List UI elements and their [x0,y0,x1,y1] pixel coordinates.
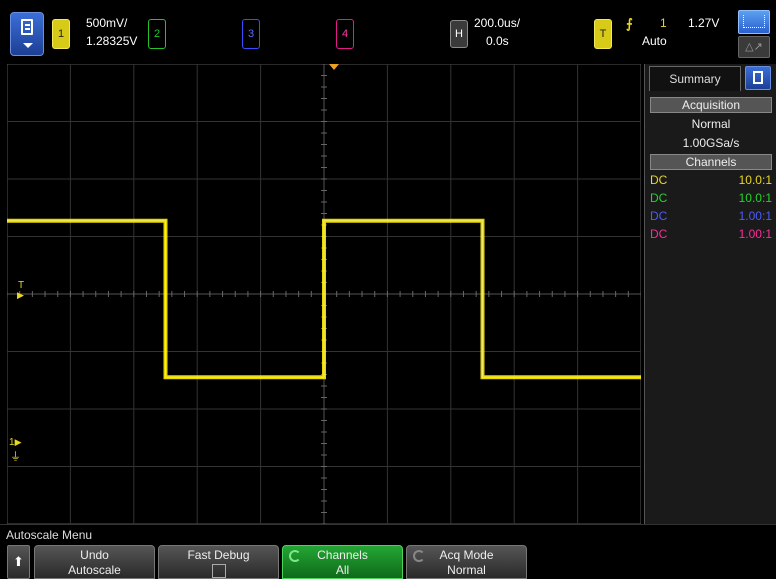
channel-2-button[interactable]: 2 [148,19,166,49]
channel-1-button[interactable]: 1 [52,19,70,49]
acquisition-header: Acquisition [650,97,772,113]
acq-mode-softkey[interactable]: Acq Mode Normal [406,545,527,579]
channels-softkey[interactable]: Channels All [282,545,403,579]
channel-row: DC 1.00:1 [650,227,772,243]
document-icon [753,71,763,84]
channel-1-scale: 500mV/ [86,16,128,30]
channel-row: DC 1.00:1 [650,209,772,225]
rising-edge-icon: ⨍ [626,16,633,31]
touch-zone-button[interactable] [738,10,770,34]
acquisition-mode: Normal [691,117,731,131]
chevron-down-icon [23,43,33,48]
trigger-button[interactable]: T [594,19,612,49]
status-bar: 1 500mV/ 1.28325V 2 3 4 H 200.0us/ 0.0s … [0,0,776,64]
horizontal-button[interactable]: H [450,20,468,48]
document-icon [21,19,33,35]
channel-coupling: DC [650,191,668,205]
channel-coupling: DC [650,209,668,223]
channel-coupling: DC [650,173,668,187]
info-panel: Summary Acquisition Normal 1.00GSa/s Cha… [644,64,776,524]
zone-icon [743,15,765,28]
channel-probe: 1.00:1 [738,227,772,241]
main-menu-button[interactable] [10,12,44,56]
channel-3-button[interactable]: 3 [242,19,260,49]
channel-probe: 10.0:1 [738,191,772,205]
menu-up-button[interactable]: ⬆ [7,545,30,579]
channel-row: DC 10.0:1 [650,191,772,207]
channel-probe: 1.00:1 [738,209,772,223]
gesture-icon: △↗ [745,41,763,53]
fast-debug-checkbox[interactable] [212,564,226,578]
channel-row: DC 10.0:1 [650,173,772,189]
trigger-position-marker[interactable] [329,64,339,70]
channel-coupling: DC [650,227,668,241]
ground-icon: ⏚ [10,451,21,463]
channel-1-ground-marker[interactable]: 1▶ [9,437,21,448]
waveform-display[interactable] [7,64,641,524]
channel-1-offset: 1.28325V [86,34,138,48]
fast-debug-button[interactable]: Fast Debug [158,545,279,579]
undo-autoscale-button[interactable]: Undo Autoscale [34,545,155,579]
gesture-button[interactable]: △↗ [738,36,770,58]
channel-probe: 10.0:1 [738,173,772,187]
sample-rate: 1.00GSa/s [682,136,740,150]
channel-4-button[interactable]: 4 [336,19,354,49]
arrow-up-icon: ⬆ [13,554,24,569]
trigger-mode: Auto [642,34,667,48]
channels-header: Channels [650,154,772,170]
time-scale: 200.0us/ [474,16,521,30]
softkey-bar: Autoscale Menu ⬆ Undo Autoscale Fast Deb… [0,524,776,579]
time-delay: 0.0s [486,34,509,48]
trigger-level-marker[interactable]: T ▶ [17,280,24,300]
tab-summary[interactable]: Summary [649,66,741,91]
menu-title: Autoscale Menu [6,528,93,542]
trigger-source: 1 [660,16,667,30]
panel-menu-button[interactable] [745,66,771,90]
trigger-level: 1.27V [688,16,720,30]
